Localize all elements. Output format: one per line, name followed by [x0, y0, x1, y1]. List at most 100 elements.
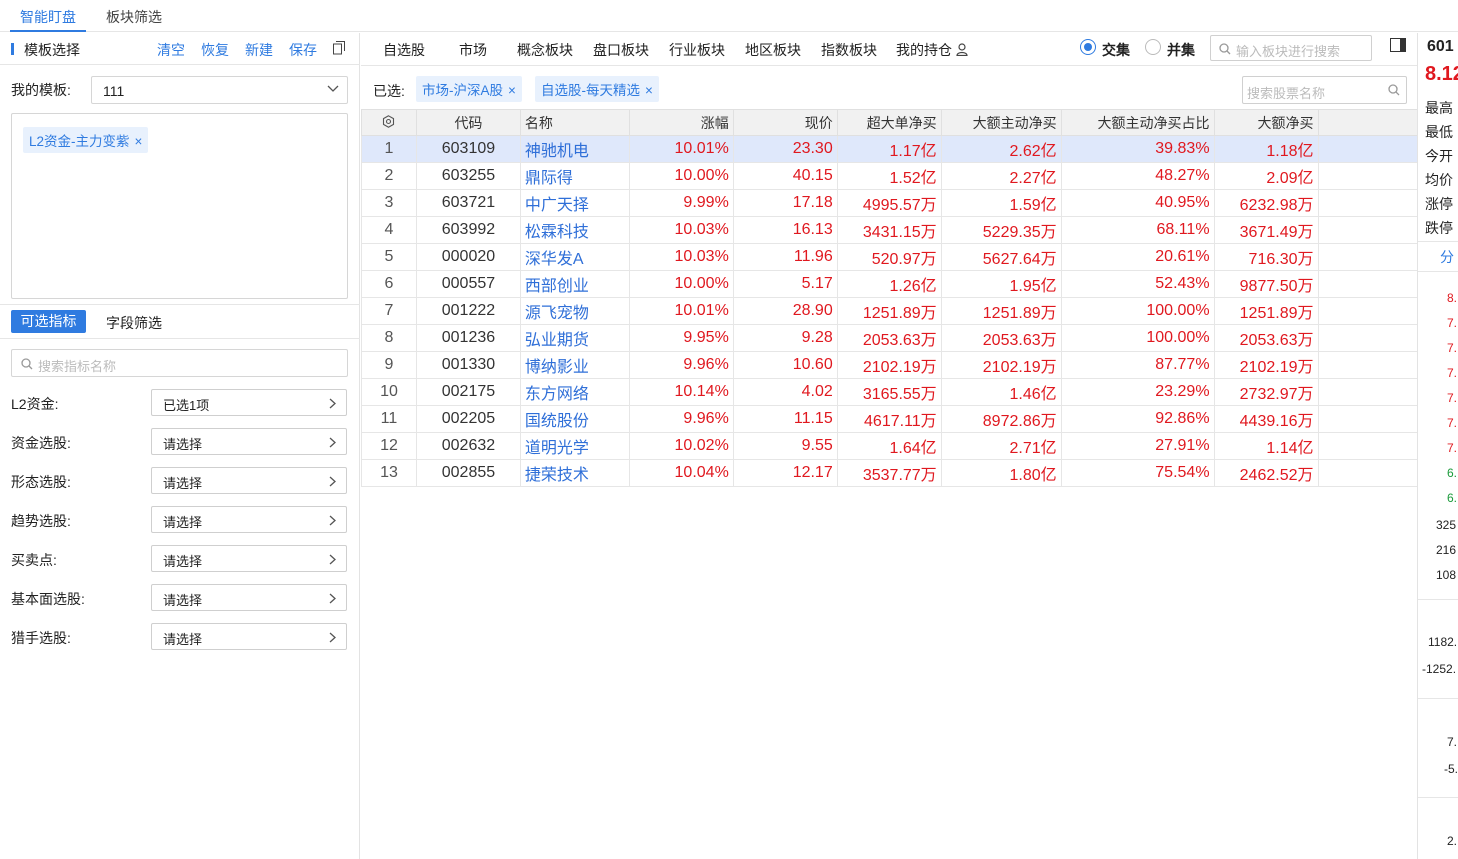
table-row[interactable]: 11 002205 国统股份 9.96% 11.15 4617.11万 8972.86万 92…	[361, 405, 1417, 433]
clear-button[interactable]: 清空	[157, 40, 185, 60]
tab-smart-watch[interactable]: 智能盯盘	[10, 0, 86, 32]
stock-code: 001222	[415, 297, 521, 325]
divider	[1418, 241, 1458, 242]
chip-close-icon[interactable]: ×	[508, 83, 516, 98]
col-large-active[interactable]: 大额主动净买	[940, 109, 1062, 136]
category-nav: 自选股 市场 概念板块 盘口板块 行业板块 地区板块 指数板块 我的持仓 交集 …	[361, 33, 1417, 66]
block-search-input[interactable]: 输入板块进行搜索	[1210, 35, 1372, 61]
stock-name[interactable]: 国统股份	[519, 405, 630, 433]
nav-concept[interactable]: 概念板块	[517, 40, 573, 60]
tab-available-indicators[interactable]: 可选指标	[11, 310, 86, 333]
row-index: 8	[361, 324, 417, 352]
col-large-net[interactable]: 大额净买	[1213, 109, 1319, 136]
search-icon	[1388, 84, 1400, 96]
tab-block-filter[interactable]: 板块筛选	[106, 0, 162, 32]
table-row[interactable]: 1 603109 神驰机电 10.01% 23.30 1.17亿 2.62亿 39.83% 1.…	[361, 135, 1417, 163]
stock-name[interactable]: 东方网络	[519, 378, 630, 406]
quote-panel: 601 8.12 最高最低今开均价涨停跌停 分 8. 7. 7. 7. 7. 7. 7. 6.…	[1417, 33, 1458, 859]
table-row[interactable]: 7 001222 源飞宠物 10.01% 28.90 1251.89万 1251.89万 10…	[361, 297, 1417, 325]
current-price: 11.96	[732, 243, 838, 271]
current-price: 9.55	[732, 432, 838, 460]
table-row[interactable]: 4 603992 松霖科技 10.03% 16.13 3431.15万 5229.35万 68…	[361, 216, 1417, 244]
filter-select-fundamental-select[interactable]: 请选择	[151, 584, 347, 611]
filter-select-hunter-select[interactable]: 请选择	[151, 623, 347, 650]
copy-icon[interactable]	[333, 41, 345, 55]
tag-close-icon[interactable]: ×	[135, 134, 143, 149]
radio-intersection[interactable]	[1080, 39, 1096, 55]
nav-handicap[interactable]: 盘口板块	[593, 40, 649, 60]
indicator-search-input[interactable]: 搜索指标名称	[11, 349, 348, 377]
table-row[interactable]: 3 603721 中广天择 9.99% 17.18 4995.57万 1.59亿 40.95%…	[361, 189, 1417, 217]
col-code[interactable]: 代码	[415, 109, 521, 136]
col-price[interactable]: 现价	[732, 109, 838, 136]
tab-field-filter[interactable]: 字段筛选	[106, 313, 162, 333]
super-large-net: 2102.19万	[836, 351, 942, 379]
row-index: 5	[361, 243, 417, 271]
filter-select-pattern-select[interactable]: 请选择	[151, 467, 347, 494]
stock-name[interactable]: 道明光学	[519, 432, 630, 460]
table-row[interactable]: 5 000020 深华发A 10.03% 11.96 520.97万 5627.64万 20.…	[361, 243, 1417, 271]
super-large-net: 1251.89万	[836, 297, 942, 325]
table-row[interactable]: 9 001330 博纳影业 9.96% 10.60 2102.19万 2102.19万 87.…	[361, 351, 1417, 379]
nav-market[interactable]: 市场	[459, 40, 487, 60]
filter-select-buy-sell-point[interactable]: 请选择	[151, 545, 347, 572]
filter-select-fund-select[interactable]: 请选择	[151, 428, 347, 455]
col-super-large[interactable]: 超大单净买	[836, 109, 942, 136]
stock-code: 603721	[415, 189, 521, 217]
table-row[interactable]: 6 000557 西部创业 10.00% 5.17 1.26亿 1.95亿 52.43% 987…	[361, 270, 1417, 298]
restore-button[interactable]: 恢复	[201, 40, 229, 60]
change-pct: 9.99%	[628, 189, 734, 217]
large-active-ratio: 39.83%	[1060, 135, 1215, 163]
col-filler	[1317, 109, 1417, 136]
stock-name[interactable]: 博纳影业	[519, 351, 630, 379]
stock-name[interactable]: 深华发A	[519, 243, 630, 271]
stock-name[interactable]: 捷荣技术	[519, 459, 630, 487]
template-tag: L2资金-主力变紫 ×	[23, 127, 149, 153]
filter-label-pattern-select: 形态选股:	[11, 474, 71, 490]
chip-close-icon[interactable]: ×	[645, 83, 653, 98]
nav-holdings[interactable]: 我的持仓	[896, 40, 968, 60]
stock-code: 002205	[415, 405, 521, 433]
large-net: 4439.16万	[1213, 405, 1319, 433]
quote-price: 8.12	[1425, 63, 1458, 85]
template-select[interactable]: 111	[91, 76, 348, 104]
radio-union-label: 并集	[1167, 42, 1195, 58]
table-row[interactable]: 13 002855 捷荣技术 10.04% 12.17 3537.77万 1.80亿 75.5…	[361, 459, 1417, 487]
column-settings-header[interactable]	[361, 109, 417, 136]
stock-name[interactable]: 神驰机电	[519, 135, 630, 163]
stock-name[interactable]: 松霖科技	[519, 216, 630, 244]
save-button[interactable]: 保存	[289, 40, 317, 60]
radio-union[interactable]	[1145, 39, 1161, 55]
col-large-active-ratio[interactable]: 大额主动净买占比	[1060, 109, 1215, 136]
change-pct: 10.01%	[628, 297, 734, 325]
axis-value: 108	[1436, 568, 1457, 582]
new-button[interactable]: 新建	[245, 40, 273, 60]
large-active-net: 2053.63万	[940, 324, 1062, 352]
panel-toggle-icon[interactable]	[1390, 38, 1406, 52]
stock-name[interactable]: 源飞宠物	[519, 297, 630, 325]
col-name[interactable]: 名称	[519, 109, 630, 136]
nav-industry[interactable]: 行业板块	[669, 40, 725, 60]
table-row[interactable]: 10 002175 东方网络 10.14% 4.02 3165.55万 1.46亿 23.29…	[361, 378, 1417, 406]
stock-search-input[interactable]: 搜索股票名称	[1242, 76, 1407, 104]
col-change[interactable]: 涨幅	[628, 109, 734, 136]
large-active-net: 5229.35万	[940, 216, 1062, 244]
filter-select-value: 请选择	[163, 476, 203, 491]
stock-name[interactable]: 鼎际得	[519, 162, 630, 190]
stock-code: 001330	[415, 351, 521, 379]
stock-name[interactable]: 西部创业	[519, 270, 630, 298]
stock-name[interactable]: 弘业期货	[519, 324, 630, 352]
large-active-ratio: 48.27%	[1060, 162, 1215, 190]
row-index: 9	[361, 351, 417, 379]
table-row[interactable]: 12 002632 道明光学 10.02% 9.55 1.64亿 2.71亿 27.91% 1.…	[361, 432, 1417, 460]
tab-intraday[interactable]: 分	[1440, 247, 1454, 267]
stock-name[interactable]: 中广天择	[519, 189, 630, 217]
nav-index[interactable]: 指数板块	[821, 40, 877, 60]
filter-select-trend-select[interactable]: 请选择	[151, 506, 347, 533]
table-row[interactable]: 2 603255 鼎际得 10.00% 40.15 1.52亿 2.27亿 48.27% 2.0…	[361, 162, 1417, 190]
nav-region[interactable]: 地区板块	[745, 40, 801, 60]
stock-code: 001236	[415, 324, 521, 352]
filter-select-l2-funds[interactable]: 已选1项	[151, 389, 347, 416]
nav-watchlist[interactable]: 自选股	[383, 40, 425, 60]
table-row[interactable]: 8 001236 弘业期货 9.95% 9.28 2053.63万 2053.63万 100.…	[361, 324, 1417, 352]
